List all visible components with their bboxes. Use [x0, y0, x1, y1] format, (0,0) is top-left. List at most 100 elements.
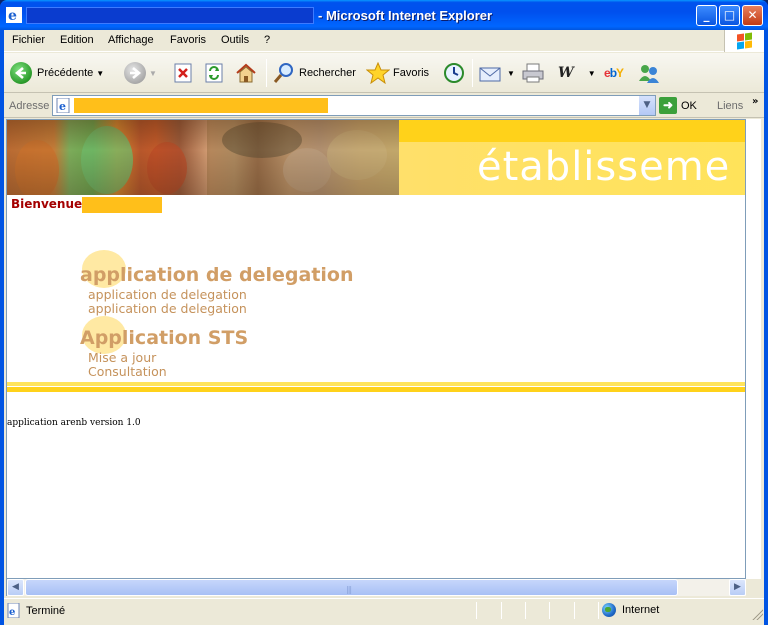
page-banner: établisseme — [7, 120, 745, 200]
address-input[interactable]: e ▼ — [52, 95, 656, 116]
stop-button[interactable] — [173, 61, 193, 85]
stop-icon — [174, 63, 192, 83]
status-text: Terminé — [26, 605, 66, 617]
globe-icon — [602, 603, 616, 617]
scroll-right-icon[interactable]: ▶ — [729, 579, 746, 596]
word-button[interactable]: W ▼ — [558, 61, 596, 85]
page-done-icon: e — [7, 603, 20, 618]
address-url-redacted — [74, 98, 328, 113]
resize-grip-icon[interactable] — [751, 608, 763, 620]
back-label: Précédente — [37, 67, 94, 79]
banner-photo-shade — [207, 120, 399, 195]
section-title-delegation: application de delegation — [80, 264, 354, 286]
menu-bar: Fichier Edition Affichage Favoris Outils… — [4, 30, 764, 52]
svg-text:e: e — [9, 607, 15, 618]
welcome-text: Bienvenue — [11, 197, 83, 211]
refresh-button[interactable] — [204, 61, 224, 85]
toolbar-separator — [472, 59, 473, 87]
address-dropdown-icon[interactable]: ▼ — [638, 96, 655, 115]
page-icon: e — [56, 98, 70, 113]
refresh-icon — [205, 63, 223, 83]
favorites-label: Favoris — [393, 67, 430, 79]
word-w-icon: W — [558, 65, 574, 81]
search-button[interactable]: Rechercher — [272, 61, 356, 85]
word-dropdown-icon[interactable]: ▼ — [588, 69, 596, 78]
ie-window: e - Microsoft Internet Explorer _ □ ✕ Fi… — [0, 0, 768, 625]
search-label: Rechercher — [299, 67, 356, 79]
forward-button[interactable]: ▼ — [124, 61, 157, 85]
ebay-logo-icon: ebY — [604, 66, 624, 80]
status-divider — [501, 602, 502, 619]
history-icon — [444, 63, 464, 83]
minimize-button[interactable]: _ — [696, 5, 717, 26]
back-button[interactable]: Précédente ▼ — [10, 61, 104, 85]
scroll-left-icon[interactable]: ◀ — [7, 579, 24, 596]
favorites-star-icon — [366, 62, 390, 84]
favorites-button[interactable]: Favoris — [366, 61, 429, 85]
printer-icon — [522, 63, 544, 83]
title-url-redacted — [26, 7, 314, 24]
svg-text:e: e — [59, 100, 66, 113]
status-bar: e Terminé Internet — [4, 598, 764, 621]
scroll-grip-icon: ||| — [346, 585, 352, 594]
history-button[interactable] — [442, 61, 466, 85]
forward-dropdown-icon[interactable]: ▼ — [149, 69, 157, 78]
security-zone[interactable]: Internet — [602, 603, 659, 617]
go-label: OK — [681, 99, 697, 112]
go-button[interactable]: ➜ OK — [659, 97, 697, 114]
scroll-corner — [746, 579, 761, 596]
messenger-button[interactable] — [636, 61, 662, 85]
zone-label: Internet — [622, 604, 660, 616]
menu-fichier[interactable]: Fichier — [12, 34, 45, 46]
close-button[interactable]: ✕ — [742, 5, 763, 26]
links-toolbar[interactable]: Liens — [717, 100, 743, 112]
title-bar[interactable]: e - Microsoft Internet Explorer _ □ ✕ — [0, 0, 768, 30]
links-chevron-icon[interactable]: » — [752, 96, 758, 107]
section-title-sts: Application STS — [80, 327, 249, 349]
address-label: Adresse — [9, 100, 50, 112]
link-delegation-1[interactable]: application de delegation — [88, 287, 247, 302]
forward-arrow-icon — [124, 62, 146, 84]
messenger-icon — [639, 65, 659, 83]
link-consultation[interactable]: Consultation — [88, 364, 167, 379]
mail-dropdown-icon[interactable]: ▼ — [507, 69, 515, 78]
home-button[interactable] — [234, 61, 258, 85]
horizontal-scrollbar[interactable]: ◀ ||| ▶ — [6, 579, 746, 596]
mail-button[interactable]: ▼ — [478, 61, 515, 85]
status-divider — [598, 602, 599, 619]
home-icon — [236, 63, 256, 83]
address-bar: Adresse e ▼ ➜ OK Liens » — [4, 94, 764, 118]
footer-divider — [7, 387, 745, 392]
windows-flag-icon — [724, 30, 764, 52]
menu-outils[interactable]: Outils — [221, 34, 249, 46]
page-viewport: établisseme Bienvenue application de del… — [6, 119, 746, 579]
status-divider — [476, 602, 477, 619]
mail-icon — [479, 67, 501, 82]
svg-text:e: e — [8, 8, 17, 23]
menu-edition[interactable]: Edition — [60, 34, 94, 46]
menu-help[interactable]: ? — [264, 34, 270, 46]
banner-title: établisseme — [477, 144, 731, 190]
link-delegation-2[interactable]: application de delegation — [88, 301, 247, 316]
search-icon — [273, 63, 293, 83]
link-mise-a-jour[interactable]: Mise a jour — [88, 350, 156, 365]
window-title: - Microsoft Internet Explorer — [318, 8, 493, 23]
username-redacted — [82, 197, 162, 213]
go-arrow-icon: ➜ — [659, 97, 677, 114]
ie-logo-icon: e — [6, 7, 22, 23]
ebay-button[interactable]: ebY — [604, 61, 624, 85]
version-text: application arenb version 1.0 — [7, 418, 141, 428]
menu-favoris[interactable]: Favoris — [170, 34, 206, 46]
banner-stripe — [399, 120, 745, 142]
status-divider — [574, 602, 575, 619]
toolbar-separator — [266, 59, 267, 87]
status-divider — [549, 602, 550, 619]
maximize-button[interactable]: □ — [719, 5, 740, 26]
back-dropdown-icon[interactable]: ▼ — [96, 69, 104, 78]
menu-affichage[interactable]: Affichage — [108, 34, 154, 46]
print-button[interactable] — [520, 61, 546, 85]
horizontal-scroll-thumb[interactable]: ||| — [25, 579, 678, 596]
back-arrow-icon — [10, 62, 32, 84]
vertical-scroll-gutter — [746, 119, 761, 579]
status-divider — [525, 602, 526, 619]
